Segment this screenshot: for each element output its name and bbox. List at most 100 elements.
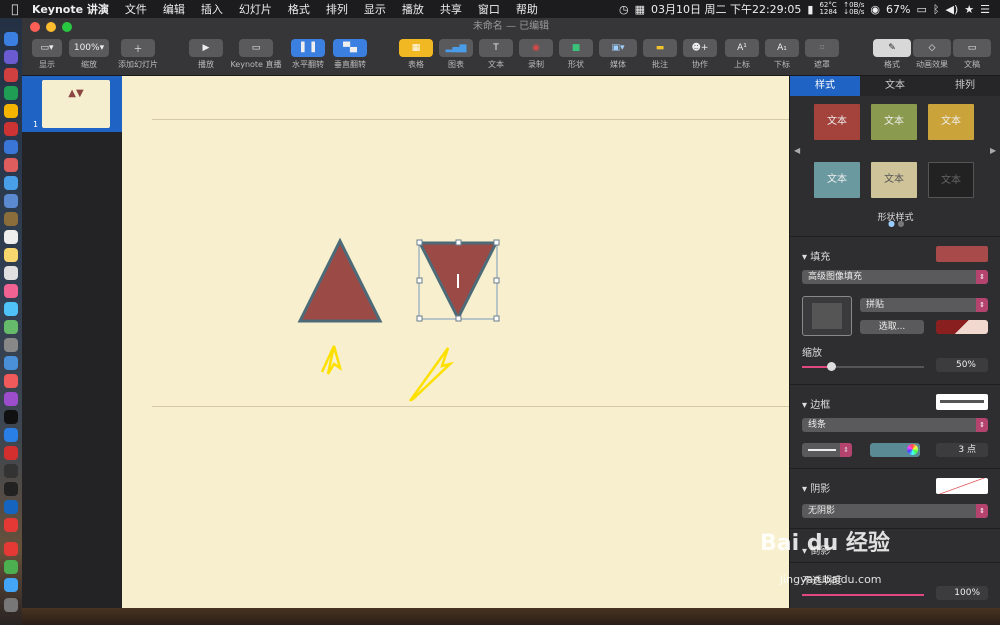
- flip-vertical-button[interactable]: ▀▄ 垂直翻转: [328, 39, 372, 70]
- image-fill-preview[interactable]: [802, 296, 852, 336]
- slide-thumbnail[interactable]: ▲▼: [42, 80, 110, 128]
- menu-edit[interactable]: 编辑: [155, 1, 193, 17]
- zoom-window-icon[interactable]: [62, 22, 72, 32]
- subscript-button[interactable]: A₁ 下标: [764, 39, 800, 70]
- fill-type-popup[interactable]: 高级图像填充 ⇕: [802, 270, 988, 284]
- resize-handle[interactable]: [493, 315, 500, 322]
- battery-icon[interactable]: ▭: [916, 3, 926, 16]
- music-icon[interactable]: [4, 374, 18, 388]
- shadow-preview[interactable]: [936, 478, 988, 494]
- table-button[interactable]: ▦ 表格: [398, 39, 434, 70]
- document-button[interactable]: ▭ 文稿: [952, 39, 992, 70]
- clock-icon[interactable]: ◷: [619, 3, 629, 16]
- style-swatch-green[interactable]: 文本: [871, 104, 917, 140]
- border-section-header[interactable]: ▾ 边框: [802, 396, 830, 411]
- resize-handle[interactable]: [493, 277, 500, 284]
- resize-handle[interactable]: [416, 277, 423, 284]
- minimize-window-icon[interactable]: [46, 22, 56, 32]
- chart-button[interactable]: ▂▄▆ 图表: [438, 39, 474, 70]
- calendar-app-icon[interactable]: [4, 230, 18, 244]
- shape-button[interactable]: ■ 形状: [558, 39, 594, 70]
- wechat-icon[interactable]: [4, 320, 18, 334]
- app-icon[interactable]: [4, 158, 18, 172]
- close-window-icon[interactable]: [30, 22, 40, 32]
- app-icon[interactable]: [4, 464, 18, 478]
- photos-icon[interactable]: [4, 284, 18, 298]
- comment-button[interactable]: ▬ 批注: [642, 39, 678, 70]
- app-icon[interactable]: [4, 140, 18, 154]
- apple-icon[interactable]: : [0, 2, 30, 16]
- netease-music-icon[interactable]: [4, 542, 18, 556]
- mask-button[interactable]: ⌗ 遮罩: [804, 39, 840, 70]
- app-icon[interactable]: [4, 122, 18, 136]
- collaborate-button[interactable]: ☻+ 协作: [682, 39, 718, 70]
- tile-popup[interactable]: 拼贴 ⇕: [860, 298, 988, 312]
- scale-value-field[interactable]: 50%: [936, 358, 988, 372]
- tab-arrange[interactable]: 排列: [930, 76, 1000, 96]
- bookmark-icon[interactable]: ▮: [807, 3, 813, 16]
- podcasts-icon[interactable]: [4, 392, 18, 406]
- add-slide-button[interactable]: ＋ 添加幻灯片: [114, 39, 162, 70]
- calendar-icon[interactable]: ▦: [635, 3, 645, 16]
- style-swatch-teal[interactable]: 文本: [814, 162, 860, 198]
- safari-icon[interactable]: [4, 176, 18, 190]
- style-swatch-outline[interactable]: 文本: [928, 162, 974, 198]
- scale-slider-track[interactable]: [802, 362, 924, 371]
- tint-color-well[interactable]: [936, 320, 988, 334]
- app-icon[interactable]: [4, 446, 18, 460]
- shadow-type-popup[interactable]: 无阴影 ⇕: [802, 504, 988, 518]
- scale-slider-knob[interactable]: [827, 362, 836, 371]
- menu-window[interactable]: 窗口: [470, 1, 508, 17]
- animate-button[interactable]: ◇ 动画效果: [912, 39, 952, 70]
- fill-section-header[interactable]: ▾ 填充: [802, 248, 830, 263]
- menu-slide[interactable]: 幻灯片: [231, 1, 280, 17]
- yandex-icon[interactable]: [4, 518, 18, 532]
- border-width-field[interactable]: 3 点: [936, 443, 988, 457]
- border-color-well[interactable]: [870, 443, 920, 457]
- color-wheel-icon[interactable]: [907, 444, 918, 455]
- apple-tv-icon[interactable]: [4, 410, 18, 424]
- app-store-icon[interactable]: [4, 428, 18, 442]
- volume-icon[interactable]: ◀): [945, 3, 958, 16]
- slide-canvas[interactable]: [122, 76, 789, 608]
- trash-icon[interactable]: [4, 598, 18, 612]
- resize-handle[interactable]: [416, 239, 423, 246]
- page-dots[interactable]: ● ●: [888, 219, 905, 228]
- line-style-popup[interactable]: ⇕: [802, 443, 852, 457]
- play-button[interactable]: ▶ 播放: [186, 39, 226, 70]
- notes-icon[interactable]: [4, 248, 18, 262]
- menu-play[interactable]: 播放: [394, 1, 432, 17]
- finder-icon[interactable]: [4, 32, 18, 46]
- menu-insert[interactable]: 插入: [193, 1, 231, 17]
- style-swatch-beige[interactable]: 文本: [871, 162, 917, 198]
- resize-handle[interactable]: [455, 239, 462, 246]
- messages-icon[interactable]: [4, 302, 18, 316]
- choose-image-button[interactable]: 选取...: [860, 320, 924, 334]
- chrome-icon[interactable]: [4, 104, 18, 118]
- menu-file[interactable]: 文件: [117, 1, 155, 17]
- app-icon[interactable]: [4, 578, 18, 592]
- datetime[interactable]: 03月10日 周二 下午22:29:05: [651, 1, 801, 17]
- menu-share[interactable]: 共享: [432, 1, 470, 17]
- shadow-section-header[interactable]: ▾ 阴影: [802, 480, 830, 495]
- border-type-popup[interactable]: 线条 ⇕: [802, 418, 988, 432]
- triangle-up-shape[interactable]: [297, 237, 383, 323]
- view-button[interactable]: ▭▾ 显示: [30, 39, 64, 70]
- menu-help[interactable]: 帮助: [508, 1, 546, 17]
- app-icon[interactable]: [4, 266, 18, 280]
- superscript-button[interactable]: A¹ 上标: [724, 39, 760, 70]
- menu-format[interactable]: 格式: [280, 1, 318, 17]
- keynote-live-button[interactable]: ▭ Keynote 直播: [228, 39, 284, 70]
- vpn-icon[interactable]: [4, 500, 18, 514]
- menu-arrange[interactable]: 排列: [318, 1, 356, 17]
- bluetooth-icon[interactable]: ᛒ: [933, 3, 940, 16]
- favorites-star-icon[interactable]: ★: [964, 3, 974, 16]
- flip-horizontal-button[interactable]: ▌▐ 水平翻转: [288, 39, 328, 70]
- resize-handle[interactable]: [416, 315, 423, 322]
- record-button[interactable]: ◉ 录制: [518, 39, 554, 70]
- resize-handle[interactable]: [493, 239, 500, 246]
- app-icon[interactable]: [4, 194, 18, 208]
- text-button[interactable]: T 文本: [478, 39, 514, 70]
- app-menu[interactable]: Keynote 讲演: [30, 1, 117, 17]
- eye-icon[interactable]: ◉: [870, 3, 880, 16]
